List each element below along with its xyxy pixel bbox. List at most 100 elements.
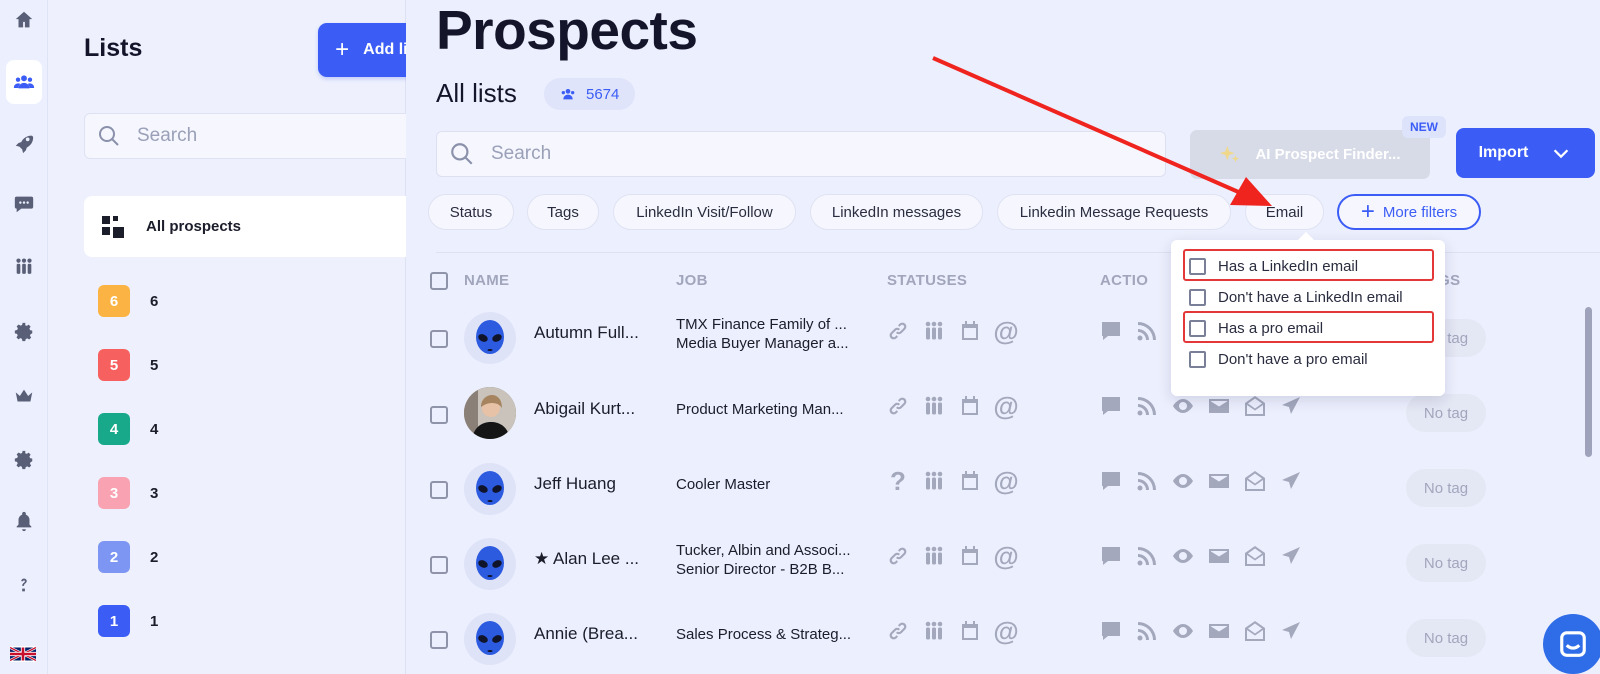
filter-linkedin-visit-follow[interactable]: LinkedIn Visit/Follow bbox=[613, 194, 796, 230]
mail-icon[interactable] bbox=[1206, 393, 1232, 419]
home-icon[interactable] bbox=[6, 2, 42, 38]
email-option-no-pro-email[interactable]: Don't have a pro email bbox=[1189, 351, 1368, 368]
team-icon[interactable] bbox=[921, 393, 947, 419]
mail-icon[interactable] bbox=[1206, 468, 1232, 494]
select-all-checkbox[interactable] bbox=[430, 272, 448, 290]
eye-icon[interactable] bbox=[1170, 543, 1196, 569]
filter-linkedin-messages[interactable]: LinkedIn messages bbox=[810, 194, 983, 230]
open-mail-icon[interactable] bbox=[1242, 468, 1268, 494]
unknown-status-icon[interactable]: ? bbox=[885, 466, 911, 496]
prospect-name[interactable]: Abigail Kurt... bbox=[534, 399, 635, 419]
filter-email[interactable]: Email bbox=[1245, 194, 1324, 230]
row-checkbox[interactable] bbox=[430, 481, 448, 499]
option-checkbox[interactable] bbox=[1189, 351, 1206, 368]
list-item[interactable]: 2 2 bbox=[98, 541, 158, 573]
prospect-name[interactable]: Annie (Brea... bbox=[534, 624, 638, 644]
more-filters-button[interactable]: + More filters bbox=[1337, 194, 1481, 230]
calendar-icon[interactable] bbox=[957, 543, 983, 569]
table-scrollbar[interactable] bbox=[1585, 307, 1592, 457]
team-icon[interactable] bbox=[921, 468, 947, 494]
list-item[interactable]: 3 3 bbox=[98, 477, 158, 509]
team-icon[interactable] bbox=[6, 249, 42, 285]
ai-prospect-finder-button[interactable]: AI Prospect Finder... bbox=[1190, 130, 1430, 179]
row-checkbox[interactable] bbox=[430, 406, 448, 424]
rss-icon[interactable] bbox=[1134, 543, 1160, 569]
calendar-icon[interactable] bbox=[957, 318, 983, 344]
mail-icon[interactable] bbox=[1206, 543, 1232, 569]
list-item[interactable]: 5 5 bbox=[98, 349, 158, 381]
link-icon[interactable] bbox=[885, 393, 911, 419]
tag-badge[interactable]: No tag bbox=[1406, 394, 1486, 432]
rss-icon[interactable] bbox=[1134, 618, 1160, 644]
chat-icon[interactable] bbox=[6, 186, 42, 222]
eye-icon[interactable] bbox=[1170, 393, 1196, 419]
eye-icon[interactable] bbox=[1170, 468, 1196, 494]
message-icon[interactable] bbox=[1098, 543, 1124, 569]
link-icon[interactable] bbox=[885, 318, 911, 344]
email-option-no-linkedin-email[interactable]: Don't have a LinkedIn email bbox=[1189, 289, 1403, 306]
list-item[interactable]: 4 4 bbox=[98, 413, 158, 445]
message-icon[interactable] bbox=[1098, 393, 1124, 419]
rss-icon[interactable] bbox=[1134, 468, 1160, 494]
at-icon[interactable]: @ bbox=[993, 393, 1019, 419]
uk-flag-icon[interactable] bbox=[10, 646, 36, 662]
prospect-name[interactable]: Jeff Huang bbox=[534, 474, 616, 494]
open-mail-icon[interactable] bbox=[1242, 618, 1268, 644]
list-item[interactable]: 1 1 bbox=[98, 605, 158, 637]
send-icon[interactable] bbox=[1278, 468, 1304, 494]
column-header-statuses[interactable]: STATUSES bbox=[887, 272, 967, 289]
prospect-name[interactable]: ★ Alan Lee ... bbox=[534, 549, 639, 569]
filter-tags[interactable]: Tags bbox=[527, 194, 599, 230]
calendar-icon[interactable] bbox=[957, 468, 983, 494]
row-checkbox[interactable] bbox=[430, 631, 448, 649]
list-item[interactable]: 6 6 bbox=[98, 285, 158, 317]
rocket-icon[interactable] bbox=[6, 125, 42, 161]
tag-badge[interactable]: No tag bbox=[1406, 619, 1486, 657]
message-icon[interactable] bbox=[1098, 318, 1124, 344]
rss-icon[interactable] bbox=[1134, 318, 1160, 344]
column-header-job[interactable]: JOB bbox=[676, 272, 708, 289]
message-icon[interactable] bbox=[1098, 468, 1124, 494]
mail-icon[interactable] bbox=[1206, 618, 1232, 644]
rss-icon[interactable] bbox=[1134, 393, 1160, 419]
cog-icon[interactable] bbox=[6, 442, 42, 478]
row-checkbox[interactable] bbox=[430, 330, 448, 348]
send-icon[interactable] bbox=[1278, 618, 1304, 644]
link-icon[interactable] bbox=[885, 618, 911, 644]
crown-icon[interactable] bbox=[6, 378, 42, 414]
prospect-search-input[interactable]: Search bbox=[436, 131, 1166, 177]
option-checkbox[interactable] bbox=[1189, 289, 1206, 306]
bell-icon[interactable] bbox=[6, 503, 42, 539]
at-icon[interactable]: @ bbox=[993, 543, 1019, 569]
filter-status[interactable]: Status bbox=[428, 194, 514, 230]
team-icon[interactable] bbox=[921, 543, 947, 569]
support-chat-button[interactable] bbox=[1543, 614, 1600, 674]
help-icon[interactable] bbox=[6, 566, 42, 602]
message-icon[interactable] bbox=[1098, 618, 1124, 644]
all-prospects-item[interactable]: All prospects bbox=[84, 196, 439, 257]
column-header-actions[interactable]: ACTIO bbox=[1100, 272, 1148, 289]
column-header-name[interactable]: NAME bbox=[464, 272, 509, 289]
team-icon[interactable] bbox=[921, 618, 947, 644]
at-icon[interactable]: @ bbox=[993, 318, 1019, 344]
at-icon[interactable]: @ bbox=[993, 468, 1019, 494]
eye-icon[interactable] bbox=[1170, 618, 1196, 644]
tag-badge[interactable]: No tag bbox=[1406, 544, 1486, 582]
send-icon[interactable] bbox=[1278, 393, 1304, 419]
users-icon[interactable] bbox=[6, 60, 42, 104]
prospect-name[interactable]: Autumn Full... bbox=[534, 323, 639, 343]
team-icon[interactable] bbox=[921, 318, 947, 344]
filter-linkedin-message-requests[interactable]: Linkedin Message Requests bbox=[997, 194, 1231, 230]
send-icon[interactable] bbox=[1278, 543, 1304, 569]
at-icon[interactable]: @ bbox=[993, 618, 1019, 644]
settings-icon[interactable] bbox=[6, 314, 42, 350]
tag-badge[interactable]: No tag bbox=[1406, 469, 1486, 507]
open-mail-icon[interactable] bbox=[1242, 543, 1268, 569]
calendar-icon[interactable] bbox=[957, 393, 983, 419]
link-icon[interactable] bbox=[885, 543, 911, 569]
lists-search-input[interactable]: Search bbox=[84, 113, 439, 159]
row-checkbox[interactable] bbox=[430, 556, 448, 574]
calendar-icon[interactable] bbox=[957, 618, 983, 644]
open-mail-icon[interactable] bbox=[1242, 393, 1268, 419]
import-button[interactable]: Import bbox=[1456, 128, 1595, 178]
